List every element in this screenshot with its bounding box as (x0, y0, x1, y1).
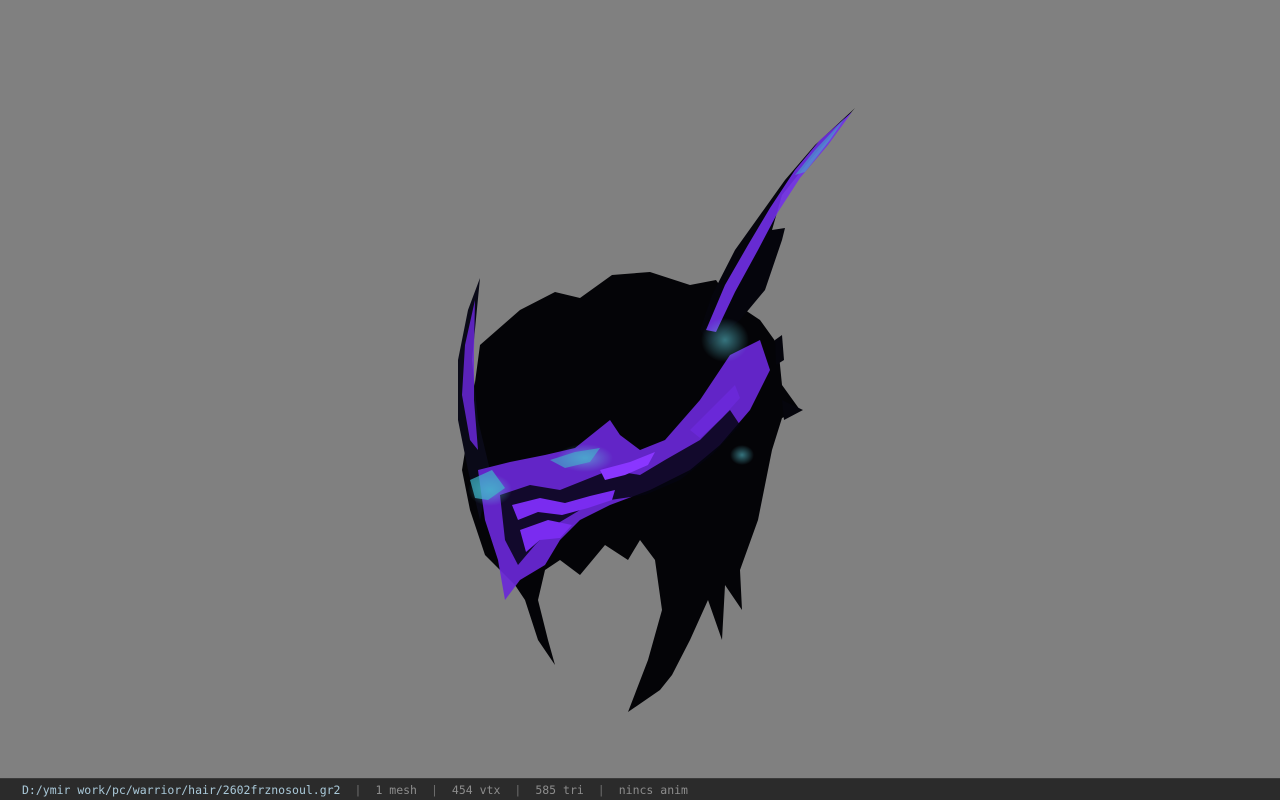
animation-status: nincs anim (618, 782, 688, 797)
status-bar: D:/ymir work/pc/warrior/hair/2602frznoso… (0, 778, 1280, 800)
horn-accent (706, 112, 852, 332)
hair-model-render (458, 108, 855, 712)
separator: | (514, 782, 522, 797)
separator: | (597, 782, 605, 797)
vertex-count: 454 vtx (451, 782, 501, 797)
mesh-count: 1 mesh (375, 782, 417, 797)
3d-viewport[interactable] (0, 0, 1280, 778)
triangle-count: 585 tri (535, 782, 584, 797)
file-path: D:/ymir work/pc/warrior/hair/2602frznoso… (22, 782, 341, 797)
separator: | (430, 782, 438, 797)
separator: | (354, 782, 362, 797)
